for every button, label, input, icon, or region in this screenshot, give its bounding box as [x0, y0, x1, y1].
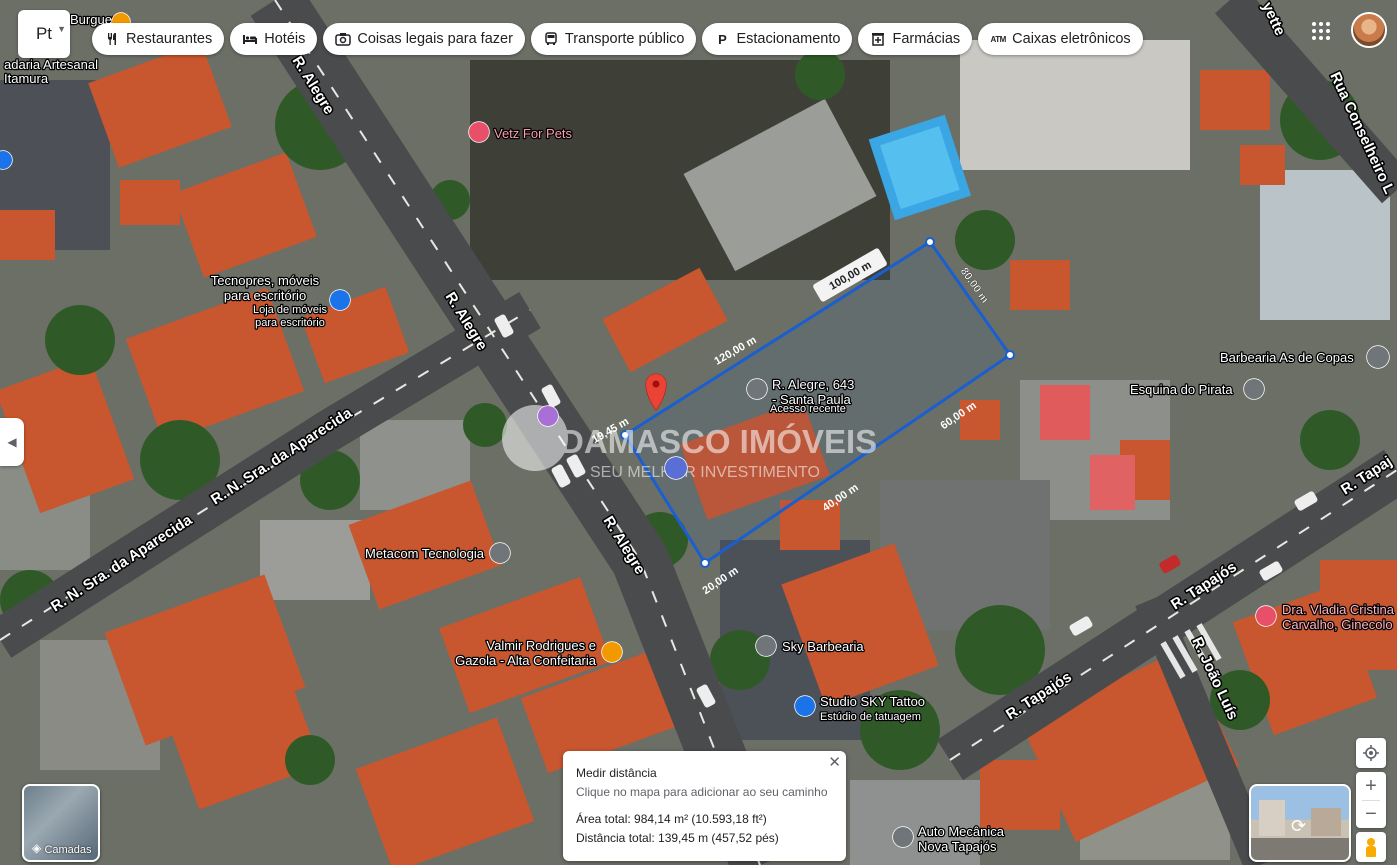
place-icon[interactable]	[0, 150, 13, 170]
poi-barbearia-as-de-copas[interactable]: Barbearia As de Copas	[1219, 349, 1356, 367]
chip-label: Restaurantes	[126, 31, 213, 47]
chip-label: Caixas eletrônicos	[1012, 31, 1131, 47]
parking-icon: P	[718, 31, 727, 47]
category-chips: Restaurantes Hotéis Coisas legais para f…	[92, 23, 1143, 55]
pharmacy-icon	[870, 31, 886, 47]
apps-grid-icon[interactable]	[1312, 22, 1330, 40]
measure-point[interactable]	[1005, 350, 1015, 360]
poi-studio-sky-subtitle: Estúdio de tatuagem	[820, 711, 921, 723]
measure-point[interactable]	[700, 558, 710, 568]
satellite-map[interactable]: 100,00 m 80,00 m 60,00 m 40,00 m 20,00 m…	[0, 0, 1397, 865]
chip-caixas[interactable]: ATM Caixas eletrônicos	[978, 23, 1143, 55]
zoom-out-button[interactable]: −	[1356, 800, 1386, 828]
place-icon[interactable]	[755, 635, 777, 657]
poi-tecnopres-subtitle: Loja de móveis para escritório	[253, 304, 327, 329]
parking-icon[interactable]	[664, 456, 688, 480]
place-icon[interactable]	[892, 826, 914, 848]
avatar[interactable]	[1351, 12, 1387, 48]
recent-place-icon[interactable]	[746, 378, 768, 400]
measure-distance-panel: Medir distância Clique no mapa para adic…	[563, 751, 846, 861]
chip-coisas-legais[interactable]: Coisas legais para fazer	[323, 23, 525, 55]
camera-icon	[335, 31, 352, 47]
poi-target-subtitle: Acesso recente	[770, 403, 846, 415]
poi-vetz-for-pets[interactable]: Vetz For Pets	[493, 125, 574, 143]
pegman-icon[interactable]	[1356, 832, 1386, 862]
poi-dra-vladia[interactable]: Dra. Vladia Cristina Carvalho, Ginecolo	[1281, 601, 1396, 634]
watermark-subtitle: SEU MELHOR INVESTIMENTO	[590, 464, 820, 481]
measure-distance: Distância total: 139,45 m (457,52 pés)	[576, 831, 779, 845]
chevron-left-icon: ◀	[7, 435, 17, 449]
place-icon[interactable]	[1366, 345, 1390, 369]
bus-icon	[543, 31, 559, 47]
shopping-bag-icon[interactable]	[794, 695, 816, 717]
poi-sky-barbearia[interactable]: Sky Barbearia	[781, 638, 866, 656]
rotate-360-icon: ⟳	[1291, 816, 1307, 836]
expand-panel-button[interactable]: ◀	[0, 418, 24, 466]
search-input[interactable]: Pt ▼	[18, 10, 70, 58]
chip-label: Coisas legais para fazer	[357, 31, 513, 47]
pet-shop-icon[interactable]	[468, 121, 490, 143]
measure-point[interactable]	[925, 237, 935, 247]
watermark-title: DAMASCO IMÓVEIS	[560, 423, 877, 460]
chip-hoteis[interactable]: Hotéis	[230, 23, 318, 55]
crosshair-icon	[1363, 745, 1379, 761]
place-icon[interactable]	[1243, 378, 1265, 400]
shopping-bag-icon[interactable]	[329, 289, 351, 311]
poi-tecnopres[interactable]: Tecnopres, móveis para escritório	[210, 272, 321, 305]
street-view-thumbnail[interactable]: ⟳	[1249, 784, 1351, 862]
measure-title: Medir distância	[576, 766, 657, 780]
chip-label: Hotéis	[264, 31, 306, 47]
measure-hint: Clique no mapa para adicionar ao seu cam…	[576, 785, 828, 799]
utensils-icon	[104, 31, 120, 47]
chip-label: Farmácias	[892, 31, 961, 47]
place-icon[interactable]	[537, 405, 559, 427]
measure-area: Área total: 984,14 m² (10.593,18 ft²)	[576, 812, 767, 826]
atm-icon: ATM	[990, 34, 1007, 44]
layers-button[interactable]: ◈ Camadas	[22, 784, 100, 862]
chip-restaurantes[interactable]: Restaurantes	[92, 23, 225, 55]
search-text: Pt	[35, 24, 53, 43]
bed-icon	[242, 31, 258, 47]
chevron-down-icon[interactable]: ▼	[57, 24, 66, 34]
bakery-icon[interactable]	[601, 641, 623, 663]
poi-studio-sky-tattoo[interactable]: Studio SKY Tattoo	[819, 693, 927, 711]
chip-label: Estacionamento	[736, 31, 841, 47]
poi-metacom[interactable]: Metacom Tecnologia	[364, 545, 486, 563]
zoom-controls: + −	[1356, 772, 1386, 828]
close-icon[interactable]: ✕	[828, 753, 841, 771]
chip-farmacias[interactable]: Farmácias	[858, 23, 973, 55]
chip-estacionamento[interactable]: P Estacionamento	[702, 23, 853, 55]
zoom-in-button[interactable]: +	[1356, 772, 1386, 800]
chip-label: Transporte público	[564, 31, 685, 47]
chip-transporte[interactable]: Transporte público	[530, 23, 697, 55]
my-location-button[interactable]	[1356, 738, 1386, 768]
place-icon[interactable]	[489, 542, 511, 564]
poi-esquina-do-pirata[interactable]: Esquina do Pirata	[1129, 381, 1235, 399]
layers-label: Camadas	[44, 844, 92, 856]
medical-icon[interactable]	[1255, 605, 1277, 627]
poi-auto-mecanica[interactable]: Auto Mecânica Nova Tapajós	[917, 823, 1006, 856]
